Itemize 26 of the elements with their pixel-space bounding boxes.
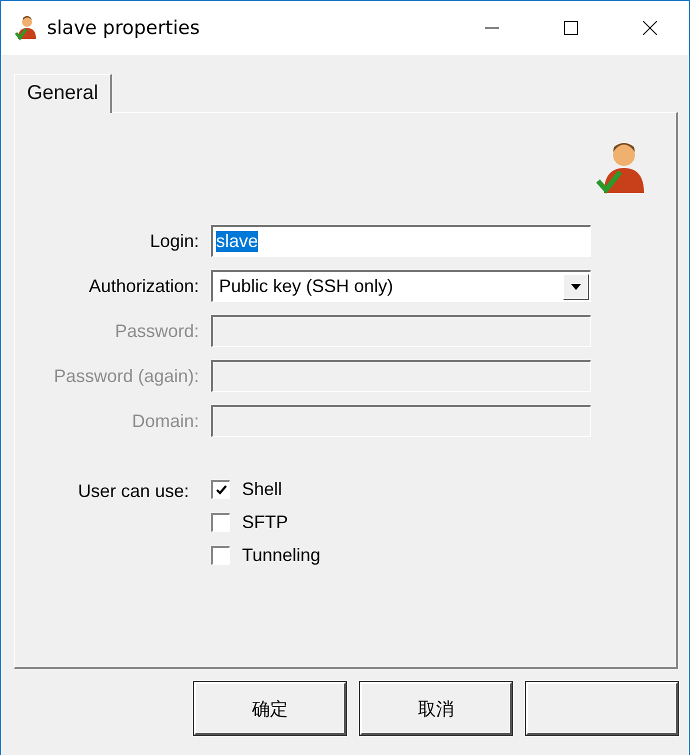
input-field[interactable]: slave bbox=[211, 225, 591, 257]
maximize-icon[interactable] bbox=[564, 21, 578, 35]
checkbox[interactable] bbox=[211, 513, 230, 532]
checkmark-icon bbox=[216, 485, 226, 495]
dialog-button[interactable] bbox=[526, 682, 678, 735]
field-label: Password (again): bbox=[52, 366, 199, 386]
field-label: Login: bbox=[148, 230, 199, 252]
user-icon bbox=[15, 15, 37, 41]
window-title: slave properties bbox=[47, 17, 200, 39]
field-value: slave bbox=[216, 231, 258, 252]
checkbox[interactable] bbox=[211, 546, 230, 565]
checkbox-label[interactable]: SFTP bbox=[242, 512, 288, 533]
tab[interactable]: General bbox=[14, 74, 112, 113]
caret-icon bbox=[571, 284, 581, 290]
dropdown[interactable]: Public key (SSH only) bbox=[211, 270, 591, 302]
close-icon[interactable] bbox=[643, 21, 657, 35]
field-label: Password: bbox=[114, 320, 199, 342]
dialog-button[interactable]: 确定 bbox=[194, 682, 346, 735]
field-label: User can use: bbox=[76, 480, 189, 503]
checkbox-label[interactable]: Tunneling bbox=[242, 545, 320, 566]
dialog-button[interactable]: 取消 bbox=[360, 682, 512, 735]
field-label: Authorization: bbox=[88, 276, 199, 296]
field-label: Domain: bbox=[130, 410, 199, 432]
checkbox[interactable] bbox=[211, 480, 230, 499]
dropdown-button[interactable] bbox=[563, 274, 589, 300]
checkbox-label[interactable]: Shell bbox=[242, 479, 282, 500]
